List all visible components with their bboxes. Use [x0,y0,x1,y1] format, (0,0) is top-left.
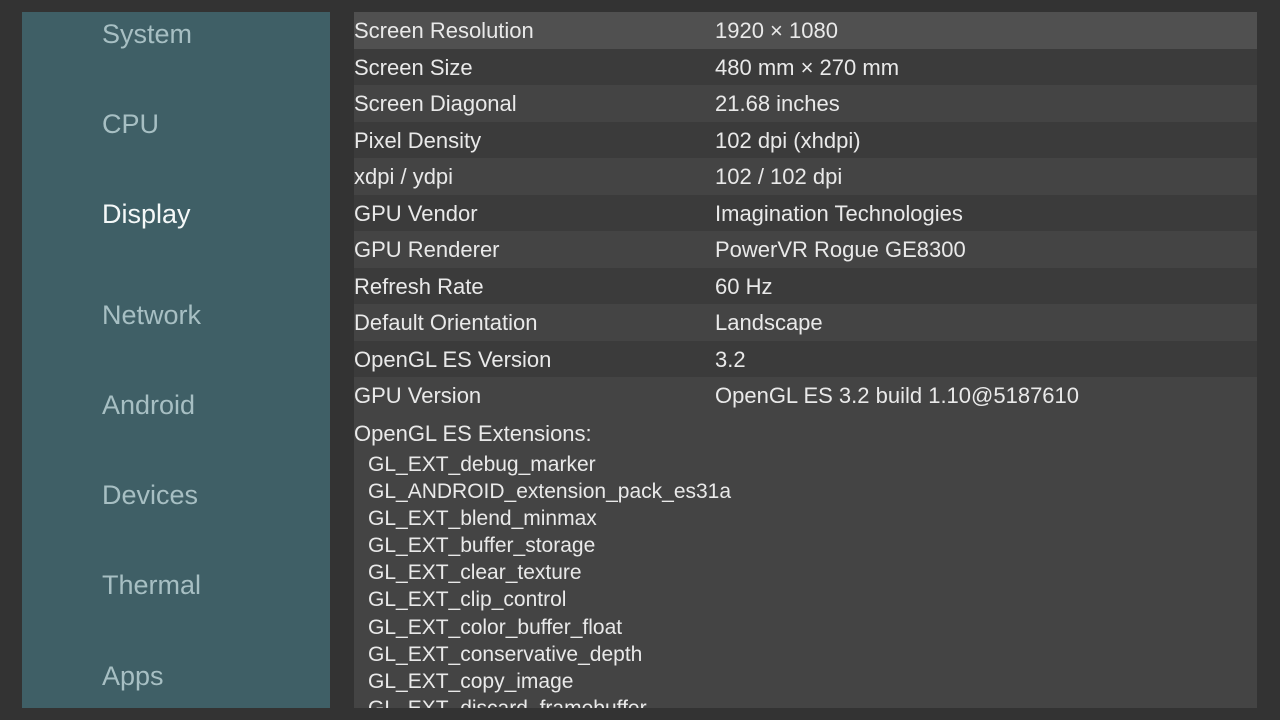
info-row-gpu-renderer: GPU Renderer PowerVR Rogue GE8300 [354,231,1257,268]
extension-item: GL_EXT_copy_image [368,669,574,693]
sidebar-item-thermal[interactable]: Thermal [102,563,201,607]
info-row-screen-size: Screen Size 480 mm × 270 mm [354,48,1257,85]
info-label: Refresh Rate [354,273,484,299]
extensions-heading: OpenGL ES Extensions: [354,421,592,446]
extension-item: GL_EXT_clear_texture [368,561,582,585]
extensions-list: GL_EXT_debug_marker GL_ANDROID_extension… [368,451,731,708]
sidebar-item-network[interactable]: Network [102,293,201,337]
extension-item: GL_EXT_debug_marker [368,453,596,476]
info-value: Landscape [715,310,823,335]
sidebar-item-cpu[interactable]: CPU [102,102,159,146]
info-value: 1920 × 1080 [715,18,838,43]
info-row-gpu-vendor: GPU Vendor Imagination Technologies [354,194,1257,231]
info-value: PowerVR Rogue GE8300 [715,237,966,262]
info-row-screen-diagonal: Screen Diagonal 21.68 inches [354,85,1257,122]
info-label: Screen Resolution [354,18,534,43]
info-value: 21.68 inches [715,91,840,116]
info-label: Pixel Density [354,127,482,153]
info-value: OpenGL ES 3.2 build 1.10@5187610 [715,383,1080,408]
extension-item: GL_EXT_color_buffer_float [368,615,623,639]
info-row-screen-resolution: Screen Resolution 1920 × 1080 [354,12,1257,49]
display-info-panel[interactable]: Screen Resolution 1920 × 1080 Screen Siz… [354,12,1257,708]
extension-item: GL_EXT_discard_framebuffer [368,695,731,708]
info-label: GPU Vendor [354,200,478,226]
info-label: Screen Size [354,54,473,80]
info-value: Imagination Technologies [715,200,963,226]
info-value: 102 / 102 dpi [715,164,843,189]
info-value: 60 Hz [715,273,773,299]
info-row-pixel-density: Pixel Density 102 dpi (xhdpi) [354,121,1257,158]
info-row-gpu-version: GPU Version OpenGL ES 3.2 build 1.10@518… [354,377,1257,414]
opengl-extensions-block: OpenGL ES Extensions: GL_EXT_debug_marke… [354,414,1257,708]
sidebar-item-apps[interactable]: Apps [102,654,164,698]
info-row-xdpi-ydpi: xdpi / ydpi 102 / 102 dpi [354,158,1257,195]
info-value: 3.2 [715,346,746,372]
info-label: Default Orientation [354,310,538,335]
extension-item: GL_EXT_blend_minmax [368,507,597,531]
info-label: Screen Diagonal [354,91,517,116]
sidebar-nav: System CPU Display Network Android Devic… [22,12,330,708]
extension-item: GL_ANDROID_extension_pack_es31a [368,480,732,504]
extension-item: GL_EXT_conservative_depth [368,642,643,666]
extension-item: GL_EXT_clip_control [368,588,567,612]
info-row-refresh-rate: Refresh Rate 60 Hz [354,267,1257,304]
sidebar-item-display[interactable]: Display [102,192,191,236]
sidebar-item-android[interactable]: Android [102,383,195,427]
sidebar-item-devices[interactable]: Devices [102,473,198,517]
info-value: 480 mm × 270 mm [715,54,900,80]
info-row-opengl-es-version: OpenGL ES Version 3.2 [354,340,1257,377]
info-label: GPU Version [354,383,482,408]
sidebar-item-system[interactable]: System [102,12,192,56]
info-label: OpenGL ES Version [354,346,552,372]
info-value: 102 dpi (xhdpi) [715,127,861,153]
info-row-default-orientation: Default Orientation Landscape [354,304,1257,341]
extension-item: GL_EXT_buffer_storage [368,534,596,558]
info-label: GPU Renderer [354,237,500,262]
info-label: xdpi / ydpi [354,164,454,189]
